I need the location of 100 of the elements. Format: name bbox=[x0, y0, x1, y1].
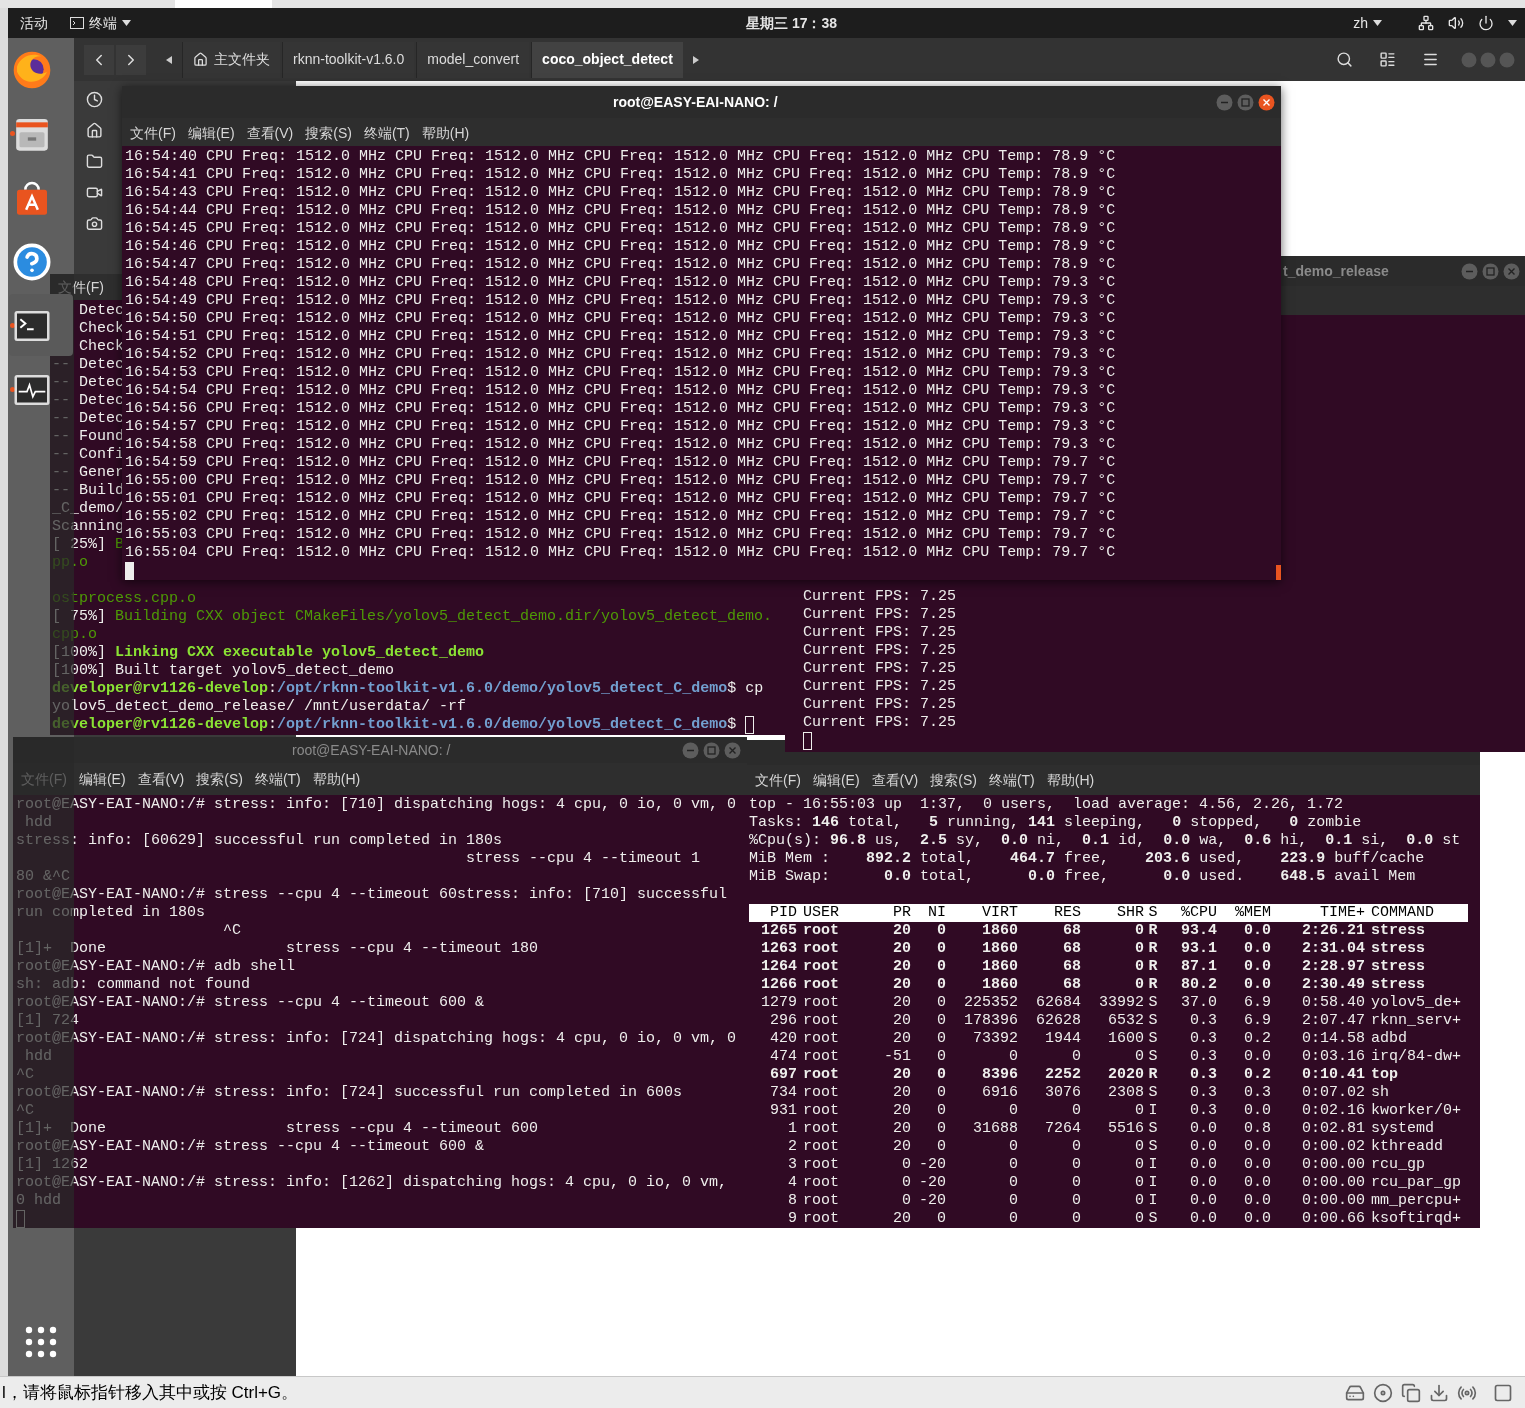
menu-item[interactable]: 编辑(E) bbox=[78, 768, 126, 790]
scrollbar-thumb[interactable] bbox=[1276, 565, 1281, 580]
terminal-line: -- Detec bbox=[52, 374, 124, 392]
table-cell-text: 6532 bbox=[1107, 1012, 1144, 1030]
table-cell-text: -20 bbox=[918, 1192, 946, 1210]
column-header[interactable]: NI bbox=[911, 904, 946, 922]
list-view-icon[interactable] bbox=[1379, 51, 1396, 68]
table-cell-text: 0.0 bbox=[1189, 1156, 1217, 1174]
menu-item[interactable]: 帮助(H) bbox=[1046, 769, 1095, 791]
menu-item[interactable]: 查看(V) bbox=[246, 122, 294, 144]
caret-icon bbox=[1373, 20, 1382, 26]
menu-icon[interactable] bbox=[1422, 51, 1439, 68]
table-cell-text: 3076 bbox=[1044, 1084, 1081, 1102]
app-menu[interactable]: 终端 bbox=[70, 12, 131, 34]
column-header[interactable]: %MEM bbox=[1217, 904, 1271, 922]
table-cell-text: 6.9 bbox=[1243, 1012, 1271, 1030]
menu-item[interactable]: 终端(T) bbox=[363, 122, 410, 144]
table-cell-text: 0 bbox=[1008, 1174, 1018, 1192]
power-icon[interactable] bbox=[1478, 15, 1494, 31]
home-icon bbox=[193, 52, 208, 67]
table-cell-text: 0.0 bbox=[1189, 1192, 1217, 1210]
column-header[interactable]: VIRT bbox=[946, 904, 1018, 922]
activities-button[interactable]: 活动 bbox=[20, 12, 48, 34]
column-header[interactable]: RES bbox=[1018, 904, 1081, 922]
menu-item[interactable]: 搜索(S) bbox=[196, 768, 243, 790]
minimize-button[interactable] bbox=[1216, 93, 1233, 111]
terminal-line: root@EASY-EAI-NANO:/# stress: info: [1262] dispatching hogs: 4 cpu, 0 io, 0 vm, bbox=[16, 1174, 729, 1192]
table-cell-text: 68 bbox=[1062, 940, 1081, 958]
column-header[interactable]: USER bbox=[797, 904, 875, 922]
language-menu[interactable]: zh bbox=[1353, 12, 1382, 34]
path-button[interactable]: coco_object_detect bbox=[531, 41, 683, 78]
table-cell-text: 0.3 bbox=[1189, 1084, 1217, 1102]
menu-item[interactable]: 终端(T) bbox=[988, 769, 1035, 791]
volume-icon[interactable] bbox=[1448, 15, 1464, 31]
table-cell-text: 73392 bbox=[972, 1030, 1018, 1048]
minimize-button[interactable] bbox=[1461, 262, 1478, 280]
menu-item[interactable]: 搜索(S) bbox=[930, 769, 977, 791]
table-cell-text: root bbox=[802, 1030, 840, 1048]
scroll-right-icon[interactable] bbox=[692, 55, 699, 64]
message-icon[interactable] bbox=[1493, 1382, 1513, 1403]
forward-button[interactable] bbox=[116, 44, 146, 75]
table-cell-text: root bbox=[802, 1012, 840, 1030]
folder-icon[interactable] bbox=[86, 153, 103, 170]
menu-item[interactable]: 文件(F) bbox=[755, 769, 801, 791]
menu-item[interactable]: 帮助(H) bbox=[421, 122, 470, 144]
table-cell-text: 2:30.49 bbox=[1301, 976, 1365, 994]
network-adapter-icon[interactable] bbox=[1401, 1382, 1421, 1403]
table-cell-text: 80.2 bbox=[1180, 976, 1217, 994]
column-header[interactable]: PR bbox=[875, 904, 911, 922]
cursor bbox=[803, 732, 812, 750]
table-cell-text: 0:02.16 bbox=[1301, 1102, 1365, 1120]
table-cell-text: 20 bbox=[892, 1102, 911, 1120]
terminal-line: Current FPS: 7.25 bbox=[803, 714, 958, 732]
menu-item[interactable]: 终端(T) bbox=[254, 768, 301, 790]
column-header[interactable]: S bbox=[1144, 904, 1162, 922]
table-cell-text: 0 bbox=[936, 976, 946, 994]
network-icon[interactable] bbox=[1418, 15, 1434, 31]
table-cell-text: S bbox=[1147, 1084, 1159, 1102]
table-cell-text: R bbox=[1147, 958, 1159, 976]
table-cell-text: 2020 bbox=[1107, 1066, 1144, 1084]
table-cell-text: root bbox=[802, 1102, 840, 1120]
minimize-button[interactable] bbox=[682, 741, 699, 759]
menu-item[interactable]: 文件(F) bbox=[130, 122, 176, 144]
table-cell-text: 0 bbox=[1008, 1192, 1018, 1210]
back-button[interactable] bbox=[84, 44, 114, 75]
column-header[interactable]: COMMAND bbox=[1365, 904, 1468, 922]
table-cell-text: 1860 bbox=[981, 976, 1018, 994]
table-cell-text: 1600 bbox=[1107, 1030, 1144, 1048]
column-header[interactable]: TIME+ bbox=[1271, 904, 1365, 922]
table-cell-text: 87.1 bbox=[1180, 958, 1217, 976]
terminal-line: 16:54:49 CPU Freq: 1512.0 MHz CPU Freq: 1512.0 MHz CPU Freq: 1512.0 MHz CPU Freq: 1512.0 MHz CPU Temp: 79.3 °C bbox=[125, 292, 1117, 310]
table-cell-text: root bbox=[802, 1138, 840, 1156]
column-header[interactable]: %CPU bbox=[1162, 904, 1217, 922]
table-cell-text: 20 bbox=[892, 1066, 911, 1084]
clock[interactable]: 星期三 17：38 bbox=[746, 12, 838, 34]
table-cell-text: 1860 bbox=[981, 922, 1018, 940]
camera-icon[interactable] bbox=[86, 215, 103, 232]
menu-item[interactable]: 编辑(E) bbox=[187, 122, 235, 144]
close-button[interactable] bbox=[1258, 93, 1275, 111]
clock-icon[interactable] bbox=[86, 91, 103, 108]
table-cell-text: 20 bbox=[892, 1012, 911, 1030]
table-cell-text: yolov5_de+ bbox=[1370, 994, 1462, 1012]
app-grid-icon[interactable] bbox=[25, 1326, 57, 1358]
terminal-line: 16:54:41 CPU Freq: 1512.0 MHz CPU Freq: 1512.0 MHz CPU Freq: 1512.0 MHz CPU Freq: 1512.0 MHz CPU Temp: 78.9 °C bbox=[125, 166, 1117, 184]
terminal-line: [1] 724 bbox=[16, 1012, 80, 1030]
scroll-left-icon[interactable] bbox=[166, 55, 172, 64]
menu-item[interactable]: 搜索(S) bbox=[305, 122, 352, 144]
column-header[interactable]: SHR bbox=[1081, 904, 1144, 922]
terminal-line: 16:54:53 CPU Freq: 1512.0 MHz CPU Freq: 1512.0 MHz CPU Freq: 1512.0 MHz CPU Freq: 1512.0 MHz CPU Temp: 79.3 °C bbox=[125, 364, 1117, 382]
search-icon[interactable] bbox=[1336, 51, 1353, 68]
table-cell-text: 0 bbox=[936, 994, 946, 1012]
menu-item[interactable]: 查看(V) bbox=[871, 769, 919, 791]
disc-icon[interactable] bbox=[1373, 1382, 1393, 1403]
menu-item[interactable]: 查看(V) bbox=[137, 768, 185, 790]
menu-item[interactable]: 帮助(H) bbox=[312, 768, 361, 790]
table-cell-text: -20 bbox=[918, 1174, 946, 1192]
column-header[interactable]: PID bbox=[749, 904, 797, 922]
home-icon[interactable] bbox=[86, 122, 103, 139]
download-icon[interactable] bbox=[1429, 1382, 1449, 1403]
menu-item[interactable]: 编辑(E) bbox=[812, 769, 860, 791]
